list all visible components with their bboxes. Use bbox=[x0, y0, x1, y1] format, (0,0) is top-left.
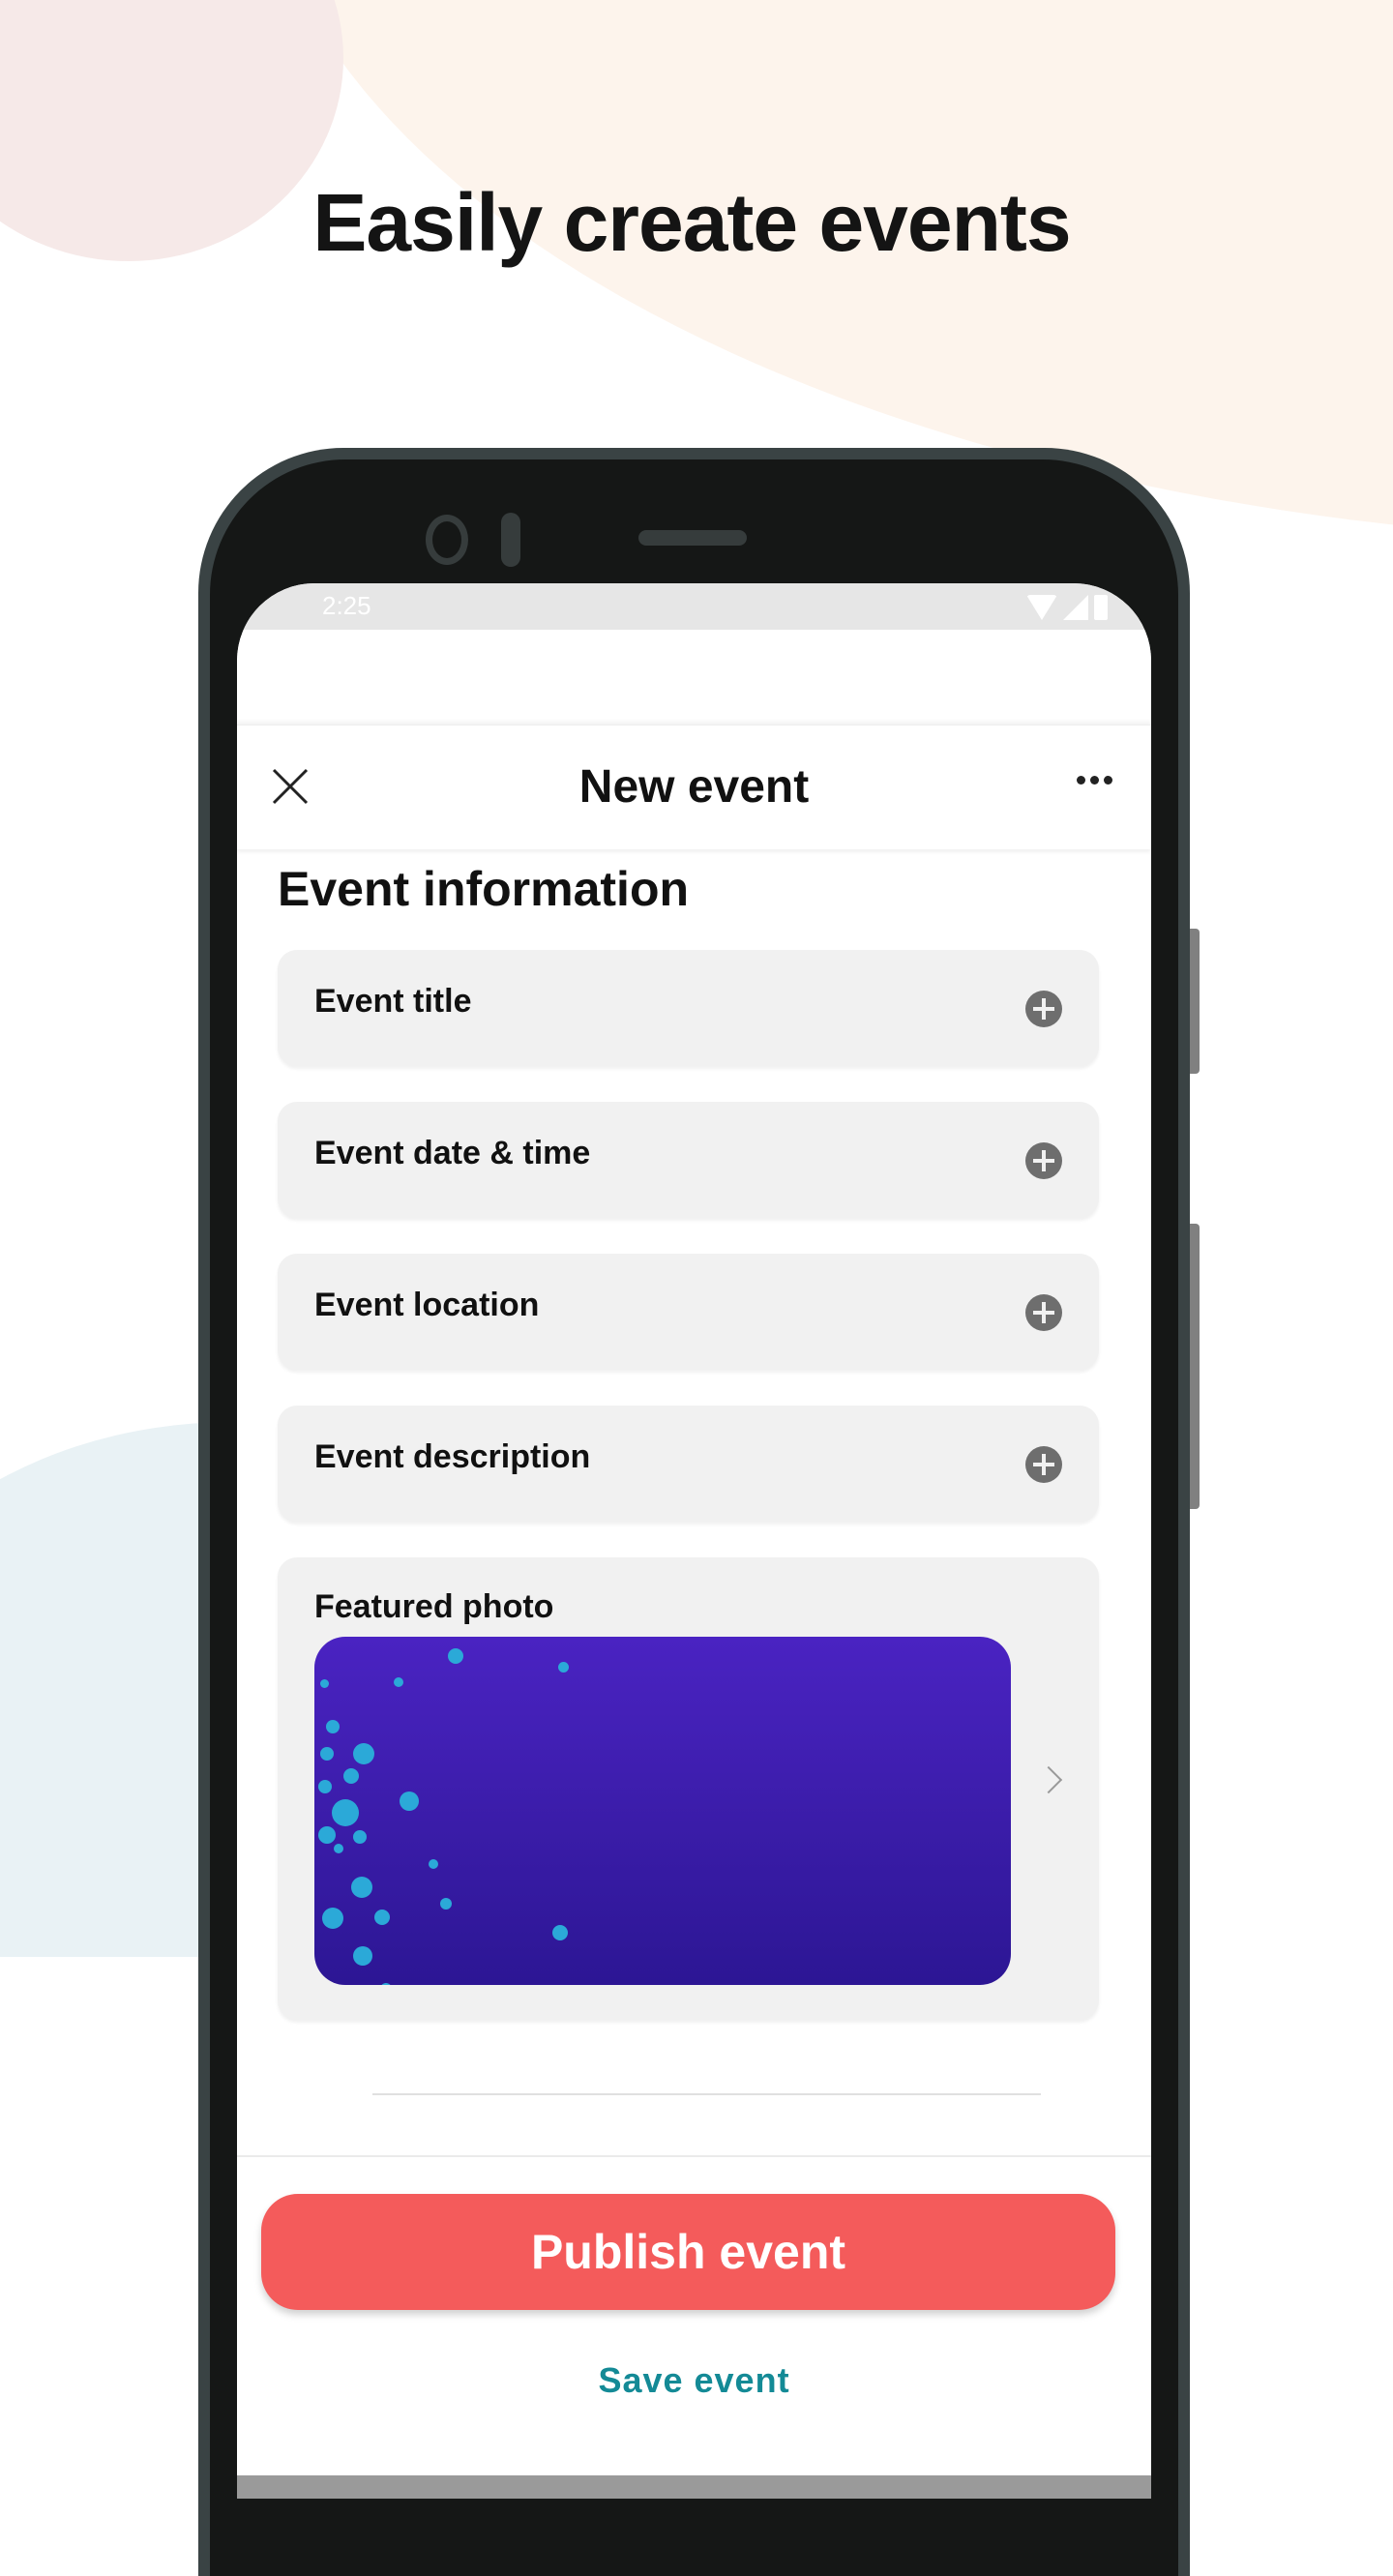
bokeh-dot bbox=[394, 1677, 403, 1687]
bokeh-dot bbox=[552, 1925, 568, 1940]
bokeh-dot bbox=[320, 1747, 334, 1761]
field-event-description[interactable]: Event description bbox=[278, 1406, 1099, 1522]
signal-icon bbox=[1063, 595, 1088, 620]
featured-photo-label: Featured photo bbox=[314, 1588, 554, 1625]
camera-icon bbox=[426, 515, 468, 565]
bokeh-dot bbox=[334, 1844, 343, 1853]
field-event-date-time[interactable]: Event date & time bbox=[278, 1102, 1099, 1218]
save-event-button[interactable]: Save event bbox=[237, 2360, 1151, 2401]
bokeh-dot bbox=[448, 1648, 463, 1664]
speaker-grille bbox=[638, 530, 747, 546]
field-label: Event title bbox=[314, 983, 472, 1020]
section-title: Event information bbox=[278, 862, 690, 916]
bokeh-dot bbox=[400, 1791, 419, 1811]
plus-circle-icon[interactable] bbox=[1025, 991, 1062, 1027]
bokeh-dot bbox=[429, 1859, 438, 1869]
bokeh-dot bbox=[440, 1898, 452, 1910]
chevron-right-icon[interactable] bbox=[1034, 1765, 1063, 1794]
content-divider bbox=[372, 2093, 1041, 2095]
field-label: Event description bbox=[314, 1438, 591, 1475]
more-options-button[interactable] bbox=[1077, 776, 1112, 785]
bokeh-dot bbox=[318, 1780, 332, 1793]
wifi-icon bbox=[1026, 595, 1057, 620]
bokeh-dot bbox=[374, 1910, 390, 1925]
more-dot bbox=[1090, 776, 1099, 785]
app-bar: New event bbox=[237, 725, 1151, 849]
bokeh-dot bbox=[320, 1679, 329, 1688]
field-event-location[interactable]: Event location bbox=[278, 1254, 1099, 1370]
navigation-bar bbox=[237, 2475, 1151, 2499]
more-dot bbox=[1104, 776, 1112, 785]
phone-screen: 2:25 New event Event information Event t… bbox=[237, 583, 1151, 2499]
featured-photo-image[interactable] bbox=[314, 1637, 1011, 1985]
bokeh-dot bbox=[322, 1908, 343, 1929]
plus-circle-icon[interactable] bbox=[1025, 1446, 1062, 1483]
field-label: Event location bbox=[314, 1287, 540, 1323]
featured-photo-card[interactable]: Featured photo bbox=[278, 1557, 1099, 2020]
phone-volume-button bbox=[1190, 1224, 1200, 1509]
battery-icon bbox=[1094, 595, 1108, 620]
bokeh-dot bbox=[380, 1983, 392, 1985]
form-content: Event information Event title Event date… bbox=[237, 861, 1151, 2095]
more-horizontal-icon bbox=[1077, 776, 1085, 785]
publish-event-button[interactable]: Publish event bbox=[261, 2194, 1115, 2310]
bokeh-dot bbox=[353, 1830, 367, 1844]
headline: Easily create events bbox=[312, 177, 1071, 268]
status-time: 2:25 bbox=[322, 591, 371, 620]
sensor-icon bbox=[501, 513, 520, 567]
field-event-title[interactable]: Event title bbox=[278, 950, 1099, 1066]
phone-power-button bbox=[1190, 929, 1200, 1074]
field-label: Event date & time bbox=[314, 1135, 591, 1171]
bokeh-dot bbox=[351, 1877, 372, 1898]
status-icons bbox=[1026, 595, 1108, 620]
bokeh-dot bbox=[353, 1946, 372, 1966]
action-footer: Publish event Save event bbox=[237, 2155, 1151, 2499]
bokeh-dot bbox=[332, 1799, 359, 1826]
plus-circle-icon[interactable] bbox=[1025, 1294, 1062, 1331]
page-title: New event bbox=[578, 761, 810, 813]
plus-circle-icon[interactable] bbox=[1025, 1142, 1062, 1179]
bokeh-dot bbox=[353, 1743, 374, 1764]
bokeh-dot bbox=[558, 1662, 569, 1673]
status-bar: 2:25 bbox=[237, 583, 1151, 630]
bokeh-dot bbox=[318, 1826, 336, 1844]
bokeh-dot bbox=[326, 1720, 340, 1733]
top-spacer bbox=[237, 630, 1151, 725]
bokeh-dot bbox=[343, 1768, 359, 1784]
